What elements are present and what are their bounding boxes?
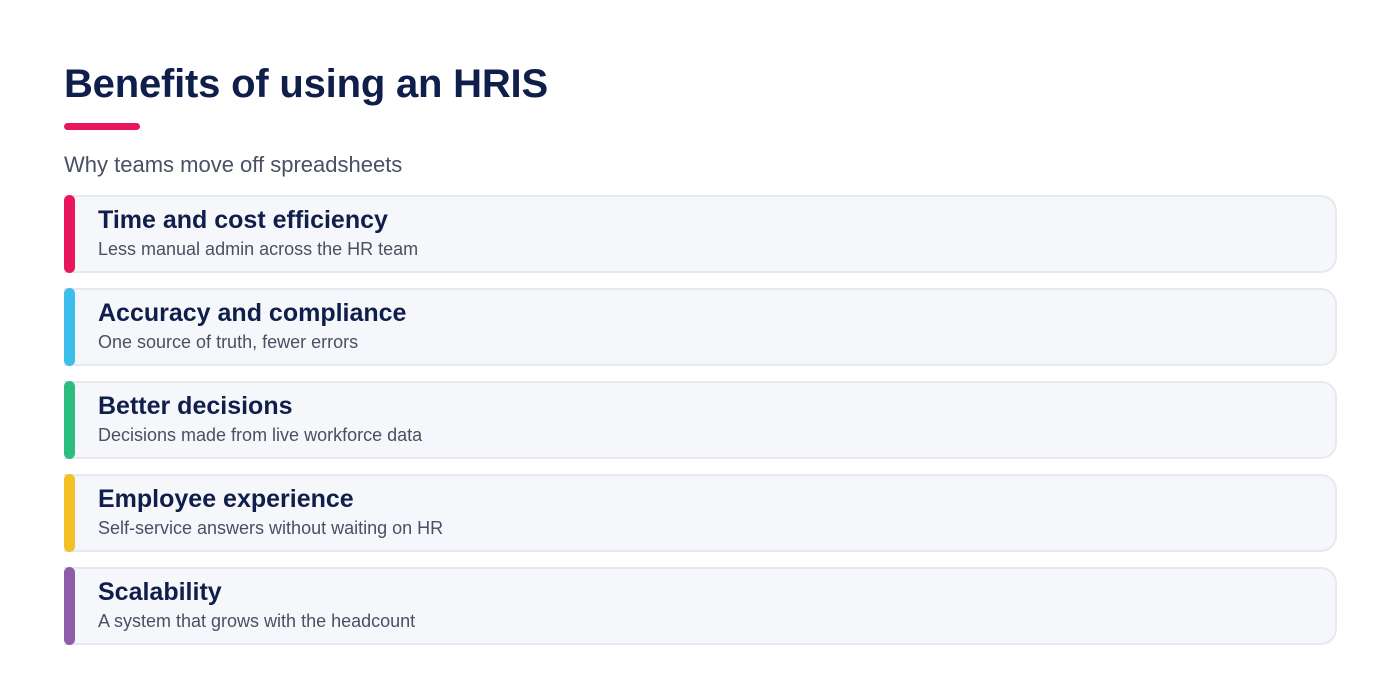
benefit-title: Employee experience	[98, 485, 354, 513]
title-underline	[64, 123, 140, 130]
accent-bar	[64, 474, 75, 552]
accent-bar	[64, 195, 75, 273]
benefit-title: Scalability	[98, 578, 222, 606]
benefit-title: Better decisions	[98, 392, 293, 420]
benefit-description: Self-service answers without waiting on …	[98, 518, 444, 538]
benefit-card-scalability: Scalability A system that grows with the…	[64, 567, 1337, 645]
benefit-description: One source of truth, fewer errors	[98, 332, 359, 352]
benefit-description: Less manual admin across the HR team	[98, 239, 419, 259]
benefit-card-employee-experience: Employee experience Self-service answers…	[64, 474, 1337, 552]
benefits-list: Time and cost efficiency Less manual adm…	[64, 195, 1337, 660]
page-title: Benefits of using an HRIS	[64, 62, 548, 106]
accent-bar	[64, 381, 75, 459]
accent-bar	[64, 288, 75, 366]
page-subtitle: Why teams move off spreadsheets	[64, 152, 403, 177]
benefit-card-decisions: Better decisions Decisions made from liv…	[64, 381, 1337, 459]
benefit-card-accuracy: Accuracy and compliance One source of tr…	[64, 288, 1337, 366]
benefit-description: A system that grows with the headcount	[98, 611, 416, 631]
benefit-title: Accuracy and compliance	[98, 299, 407, 327]
benefit-title: Time and cost efficiency	[98, 206, 388, 234]
benefit-description: Decisions made from live workforce data	[98, 425, 423, 445]
accent-bar	[64, 567, 75, 645]
benefit-card-time-cost: Time and cost efficiency Less manual adm…	[64, 195, 1337, 273]
